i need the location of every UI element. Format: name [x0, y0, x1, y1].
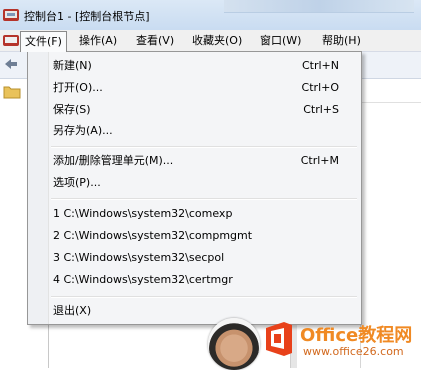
avatar	[208, 318, 260, 370]
menu-item-recent-1[interactable]: 1 C:\Windows\system32\comexp	[30, 203, 359, 224]
menu-item-label: 打开(O)...	[53, 81, 103, 94]
window-title: 控制台1 - [控制台根节点]	[24, 10, 150, 23]
menu-favorites[interactable]: 收藏夹(O)	[188, 33, 246, 49]
menu-item-label: 另存为(A)...	[53, 124, 113, 137]
menu-item-label: 1 C:\Windows\system32\comexp	[53, 207, 233, 220]
menu-item-label: 退出(X)	[53, 304, 92, 317]
menu-item-label: 新建(N)	[53, 59, 92, 72]
menu-view[interactable]: 查看(V)	[132, 33, 178, 49]
menu-item-add-remove-snapin[interactable]: 添加/删除管理单元(M)... Ctrl+M	[30, 150, 359, 171]
menu-item-label: 4 C:\Windows\system32\certmgr	[53, 273, 233, 286]
menu-item-label: 2 C:\Windows\system32\compmgmt	[53, 229, 253, 242]
menu-file[interactable]: 文件(F)	[20, 31, 67, 52]
menu-item-recent-2[interactable]: 2 C:\Windows\system32\compmgmt	[30, 225, 359, 246]
menu-separator	[51, 198, 357, 200]
menu-item-shortcut: Ctrl+M	[300, 154, 339, 167]
menu-action[interactable]: 操作(A)	[75, 33, 121, 49]
menu-item-new[interactable]: 新建(N) Ctrl+N	[30, 55, 359, 76]
background-window-edge	[224, 0, 414, 13]
folder-icon[interactable]	[3, 83, 21, 99]
back-arrow-icon[interactable]	[3, 56, 19, 72]
menu-window[interactable]: 窗口(W)	[256, 33, 305, 49]
menu-item-recent-3[interactable]: 3 C:\Windows\system32\secpol	[30, 247, 359, 268]
menu-help[interactable]: 帮助(H)	[318, 33, 365, 49]
watermark-title: Office教程网	[300, 325, 413, 346]
menu-item-shortcut: Ctrl+O	[301, 81, 339, 94]
file-menu-dropdown: 新建(N) Ctrl+N 打开(O)... Ctrl+O 保存(S) Ctrl+…	[27, 51, 362, 325]
menu-item-save-as[interactable]: 另存为(A)...	[30, 120, 359, 141]
menu-separator	[51, 146, 357, 148]
document-icon[interactable]	[2, 32, 20, 48]
menu-separator	[51, 296, 357, 298]
menu-item-recent-4[interactable]: 4 C:\Windows\system32\certmgr	[30, 269, 359, 290]
menu-item-exit[interactable]: 退出(X)	[30, 300, 359, 321]
title-bar: 控制台1 - [控制台根节点]	[0, 0, 421, 30]
mmc-app-icon	[3, 9, 19, 21]
menu-item-options[interactable]: 选项(P)...	[30, 172, 359, 193]
menu-item-label: 3 C:\Windows\system32\secpol	[53, 251, 225, 264]
watermark-url: www.office26.com	[303, 345, 404, 358]
menu-item-label: 保存(S)	[53, 103, 91, 116]
menu-item-open[interactable]: 打开(O)... Ctrl+O	[30, 77, 359, 98]
menu-bar: 文件(F) 操作(A) 查看(V) 收藏夹(O) 窗口(W) 帮助(H)	[0, 30, 421, 52]
menu-item-label: 选项(P)...	[53, 176, 101, 189]
menu-item-shortcut: Ctrl+N	[301, 59, 339, 72]
office-logo-icon	[266, 322, 292, 356]
menu-item-label: 添加/删除管理单元(M)...	[53, 154, 174, 167]
menu-item-shortcut: Ctrl+S	[303, 103, 339, 116]
column-header[interactable]	[360, 88, 421, 103]
menu-item-save[interactable]: 保存(S) Ctrl+S	[30, 99, 359, 120]
